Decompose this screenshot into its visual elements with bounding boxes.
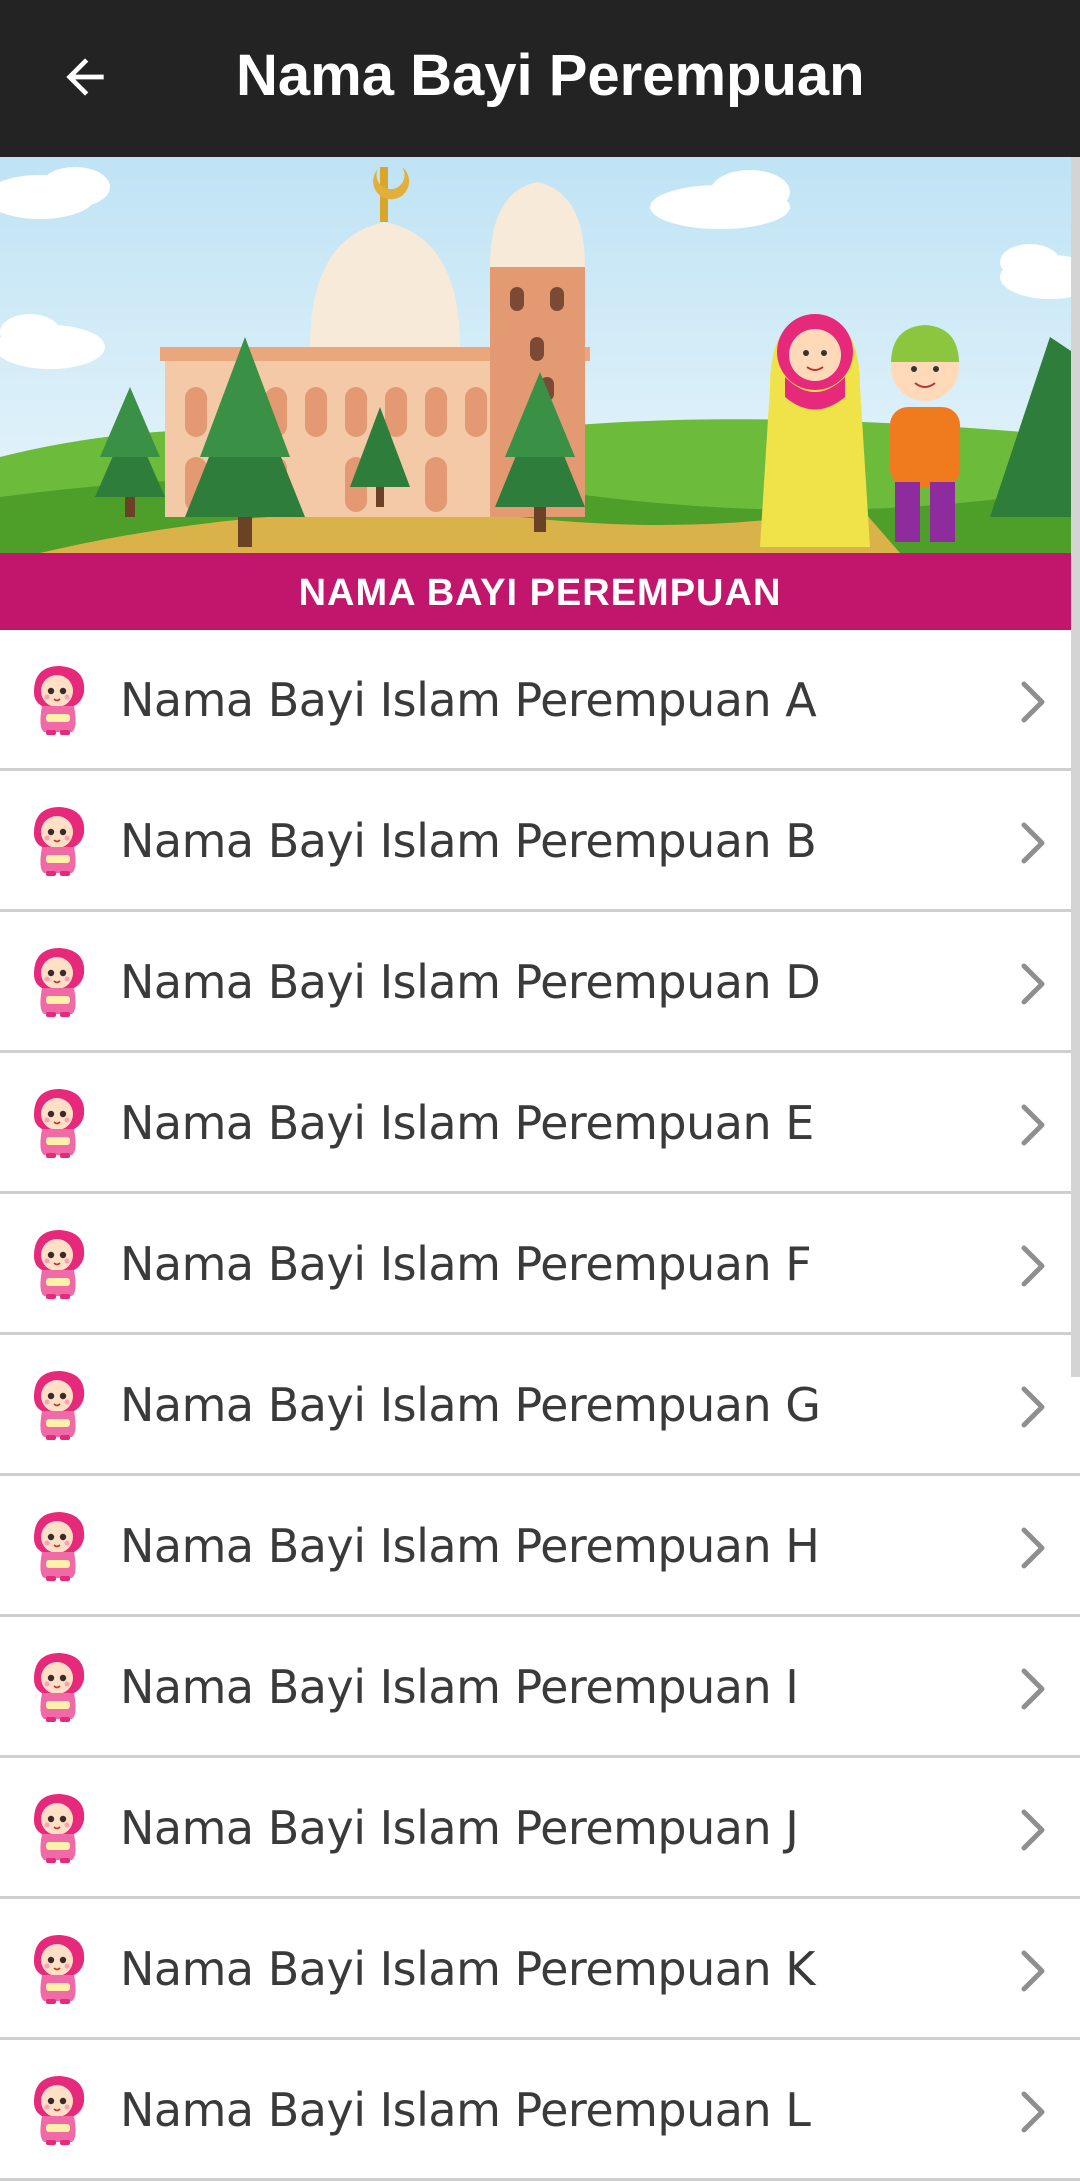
list-item[interactable]: Nama Bayi Islam Perempuan D (0, 912, 1080, 1053)
hijab-girl-icon (16, 1363, 96, 1443)
list-item-label: Nama Bayi Islam Perempuan D (120, 955, 821, 1009)
scrollbar[interactable] (1071, 157, 1080, 1377)
chevron-right-icon (1018, 1244, 1048, 1288)
list-item-label: Nama Bayi Islam Perempuan L (120, 2083, 811, 2137)
chevron-right-icon (1018, 680, 1048, 724)
banner-illustration (0, 157, 1080, 553)
back-button[interactable] (42, 34, 128, 120)
header-banner: NAMA BAYI PEREMPUAN (0, 157, 1080, 630)
list-item[interactable]: Nama Bayi Islam Perempuan G (0, 1335, 1080, 1476)
list-item[interactable]: Nama Bayi Islam Perempuan K (0, 1899, 1080, 2040)
chevron-right-icon (1018, 1667, 1048, 1711)
chevron-right-icon (1018, 821, 1048, 865)
list-item-label: Nama Bayi Islam Perempuan A (120, 673, 817, 727)
arrow-left-icon (66, 58, 104, 96)
hijab-girl-icon (16, 1927, 96, 2007)
list-item[interactable]: Nama Bayi Islam Perempuan F (0, 1194, 1080, 1335)
list-item[interactable]: Nama Bayi Islam Perempuan L (0, 2040, 1080, 2181)
chevron-right-icon (1018, 1526, 1048, 1570)
chevron-right-icon (1018, 1949, 1048, 1993)
list-item[interactable]: Nama Bayi Islam Perempuan J (0, 1758, 1080, 1899)
chevron-right-icon (1018, 2090, 1048, 2134)
hijab-girl-icon (16, 940, 96, 1020)
list-item[interactable]: Nama Bayi Islam Perempuan H (0, 1476, 1080, 1617)
chevron-right-icon (1018, 1808, 1048, 1852)
hijab-girl-icon (16, 1504, 96, 1584)
list-item[interactable]: Nama Bayi Islam Perempuan I (0, 1617, 1080, 1758)
chevron-right-icon (1018, 1385, 1048, 1429)
hijab-girl-icon (16, 2068, 96, 2148)
list-item-label: Nama Bayi Islam Perempuan F (120, 1237, 812, 1291)
hijab-girl-icon (16, 1645, 96, 1725)
list-item-label: Nama Bayi Islam Perempuan I (120, 1660, 799, 1714)
hijab-girl-icon (16, 1222, 96, 1302)
list-item[interactable]: Nama Bayi Islam Perempuan B (0, 771, 1080, 912)
hijab-girl-icon (16, 799, 96, 879)
chevron-right-icon (1018, 1103, 1048, 1147)
list-item-label: Nama Bayi Islam Perempuan J (120, 1801, 799, 1855)
app-bar: Nama Bayi Perempuan (0, 0, 1080, 157)
list-item-label: Nama Bayi Islam Perempuan K (120, 1942, 815, 1996)
hijab-girl-icon (16, 1081, 96, 1161)
list-item-label: Nama Bayi Islam Perempuan H (120, 1519, 820, 1573)
list-item[interactable]: Nama Bayi Islam Perempuan E (0, 1053, 1080, 1194)
list-item[interactable]: Nama Bayi Islam Perempuan A (0, 630, 1080, 771)
banner-title: NAMA BAYI PEREMPUAN (0, 553, 1080, 630)
name-category-list: Nama Bayi Islam Perempuan A Nama Bayi Is… (0, 630, 1080, 2181)
hijab-girl-icon (16, 658, 96, 738)
list-item-label: Nama Bayi Islam Perempuan E (120, 1096, 814, 1150)
chevron-right-icon (1018, 962, 1048, 1006)
list-item-label: Nama Bayi Islam Perempuan G (120, 1378, 821, 1432)
page-title: Nama Bayi Perempuan (236, 43, 865, 108)
list-item-label: Nama Bayi Islam Perempuan B (120, 814, 817, 868)
hijab-girl-icon (16, 1786, 96, 1866)
